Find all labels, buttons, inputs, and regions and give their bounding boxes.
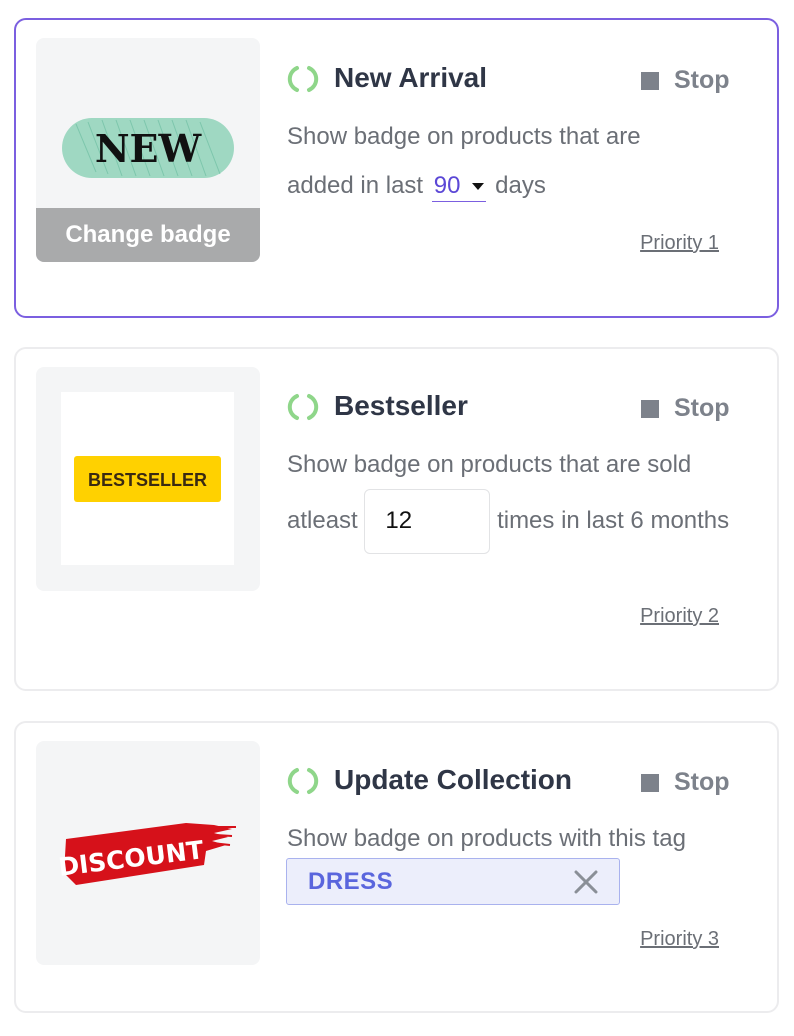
stop-square-icon <box>641 773 659 792</box>
loading-spinner-icon <box>287 768 319 794</box>
badge-preview-new[interactable]: NEW Change badge <box>36 38 260 262</box>
rule-description: Show badge on products that are added in… <box>287 112 707 210</box>
rule-description: Show badge on products with this tag <box>287 825 686 852</box>
tag-chip[interactable]: DRESS <box>286 858 620 905</box>
stop-button[interactable]: Stop <box>641 66 730 95</box>
desc-text-after: times in last 6 months <box>497 506 730 534</box>
desc-text-after: days <box>495 172 546 199</box>
priority-link[interactable]: Priority 1 <box>640 232 719 255</box>
stop-label: Stop <box>674 394 730 422</box>
close-x-icon[interactable] <box>573 869 599 895</box>
stop-square-icon <box>641 399 659 418</box>
badge-preview-bestseller[interactable]: BESTSELLER <box>36 367 260 591</box>
priority-link[interactable]: Priority 2 <box>640 605 719 628</box>
discount-badge-image: DISCOUNT <box>57 823 236 885</box>
rule-title: Bestseller <box>334 390 468 421</box>
loading-spinner-icon <box>287 394 319 420</box>
days-value: 90 <box>433 172 461 199</box>
days-select[interactable]: 90 <box>431 171 487 202</box>
badge-preview-discount[interactable]: DISCOUNT <box>36 741 260 965</box>
stop-square-icon <box>641 71 659 90</box>
rule-title: New Arrival <box>334 62 488 93</box>
change-badge-button[interactable]: Change badge <box>36 208 260 262</box>
rule-card-new-arrival[interactable]: NEW Change badge New Arrival Stop Show b… <box>14 18 779 318</box>
stop-label: Stop <box>674 768 730 796</box>
rule-title: Update Collection <box>334 764 573 795</box>
stop-label: Stop <box>674 66 730 94</box>
loading-spinner-icon <box>287 66 319 92</box>
bestseller-badge-text: BESTSELLER <box>88 470 207 490</box>
rule-description: Show badge on products that are sold atl… <box>287 440 737 554</box>
rule-card-bestseller[interactable]: BESTSELLER Bestseller Stop Show badge on… <box>14 347 779 691</box>
bestseller-badge-image: BESTSELLER <box>61 392 234 565</box>
tag-label: DRESS <box>308 867 394 895</box>
times-input[interactable]: 12 <box>364 489 491 554</box>
new-badge-text: NEW <box>95 126 203 171</box>
caret-down-icon <box>472 182 485 190</box>
stop-button[interactable]: Stop <box>641 394 730 423</box>
rule-card-update-collection[interactable]: DISCOUNT Update Collection Stop Show bad… <box>14 721 779 1013</box>
priority-link[interactable]: Priority 3 <box>640 928 719 951</box>
stop-button[interactable]: Stop <box>641 768 730 797</box>
